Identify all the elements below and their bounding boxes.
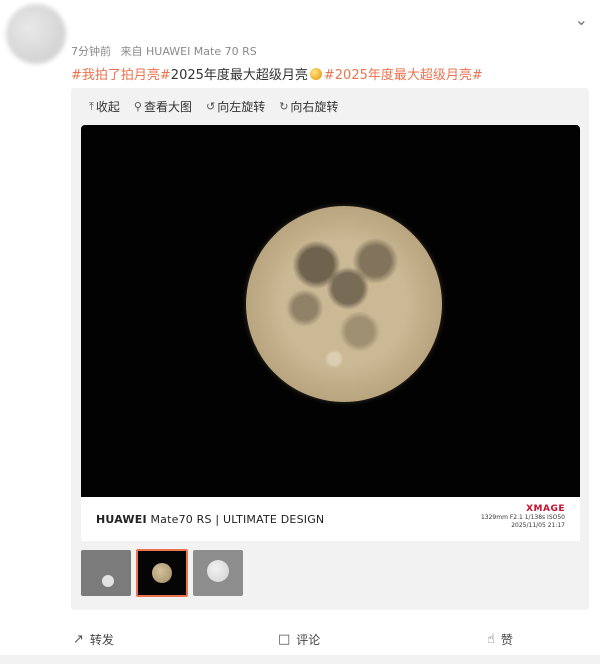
brand-name: HUAWEI — [96, 513, 147, 526]
rotate-right-icon: ↻ — [279, 100, 289, 113]
exif-line: 1329mm F2.1 1/138s ISO50 — [480, 514, 565, 521]
model-line: Mate70 RS | ULTIMATE DESIGN — [150, 513, 325, 526]
hashtag-link[interactable]: #我拍了拍月亮# — [71, 68, 171, 83]
view-large-label: 查看大图 — [143, 100, 192, 114]
watermark-exif: XMAGE 1329mm F2.1 1/138s ISO50 2025/11/0… — [481, 504, 565, 530]
main-photo[interactable] — [81, 125, 580, 541]
rotate-right-button[interactable]: ↻ 向右旋转 — [279, 98, 338, 115]
xmage-logo: XMAGE — [526, 504, 565, 514]
thumbs-up-icon: ☝ — [487, 632, 495, 647]
image-toolbar: ⤒ 收起 ⚲ 查看大图 ↺ 向左旋转 ↻ 向右旋转 — [89, 98, 338, 115]
share-icon: ↗ — [73, 632, 84, 647]
thumbnail-strip — [81, 549, 243, 597]
post-body: 2025年度最大超级月亮 — [170, 68, 308, 83]
thumbnail-3[interactable] — [193, 550, 243, 596]
magnifier-icon: ⚲ — [133, 100, 142, 113]
post-text: #我拍了拍月亮#2025年度最大超级月亮 #2025年度最大超级月亮# — [71, 64, 483, 83]
hashtag-link[interactable]: #2025年度最大超级月亮# — [324, 68, 483, 83]
watermark-brand: HUAWEI Mate70 RS | ULTIMATE DESIGN — [96, 513, 324, 526]
arrow-up-icon: ⤒ — [89, 99, 94, 113]
photo-watermark-bar: HUAWEI Mate70 RS | ULTIMATE DESIGN XMAGE… — [81, 497, 580, 541]
post-source[interactable]: 来自 HUAWEI Mate 70 RS — [121, 45, 257, 58]
post-time: 7分钟前 — [71, 45, 111, 58]
like-label: 赞 — [500, 633, 513, 647]
moon-thumb-icon — [102, 575, 114, 587]
divider — [0, 655, 600, 664]
moon-thumb-icon — [152, 563, 172, 583]
moon-image — [246, 206, 442, 402]
rotate-left-label: 向左旋转 — [217, 100, 266, 114]
comment-button[interactable]: □ 评论 — [278, 631, 320, 648]
rotate-left-button[interactable]: ↺ 向左旋转 — [206, 98, 265, 115]
view-large-button[interactable]: ⚲ 查看大图 — [134, 98, 192, 115]
collapse-label: 收起 — [95, 100, 120, 114]
moon-thumb-icon — [207, 560, 229, 582]
exif-datetime: 2025/11/05 21:17 — [511, 522, 565, 529]
post-meta: 7分钟前 来自 HUAWEI Mate 70 RS — [71, 43, 263, 59]
avatar[interactable] — [6, 4, 66, 64]
comment-icon: □ — [278, 632, 291, 647]
chevron-down-icon[interactable]: ⌄ — [575, 10, 588, 29]
collapse-button[interactable]: ⤒ 收起 — [89, 98, 120, 115]
repost-label: 转发 — [89, 633, 114, 647]
comment-label: 评论 — [296, 633, 321, 647]
action-bar: ↗ 转发 □ 评论 ☝ 赞 — [0, 625, 600, 655]
repost-button[interactable]: ↗ 转发 — [73, 631, 114, 648]
rotate-right-label: 向右旋转 — [290, 100, 339, 114]
like-button[interactable]: ☝ 赞 — [487, 631, 513, 648]
rotate-left-icon: ↺ — [205, 100, 216, 113]
thumbnail-1[interactable] — [81, 550, 131, 596]
moon-emoji-icon — [309, 68, 322, 80]
thumbnail-2-selected[interactable] — [136, 549, 188, 597]
